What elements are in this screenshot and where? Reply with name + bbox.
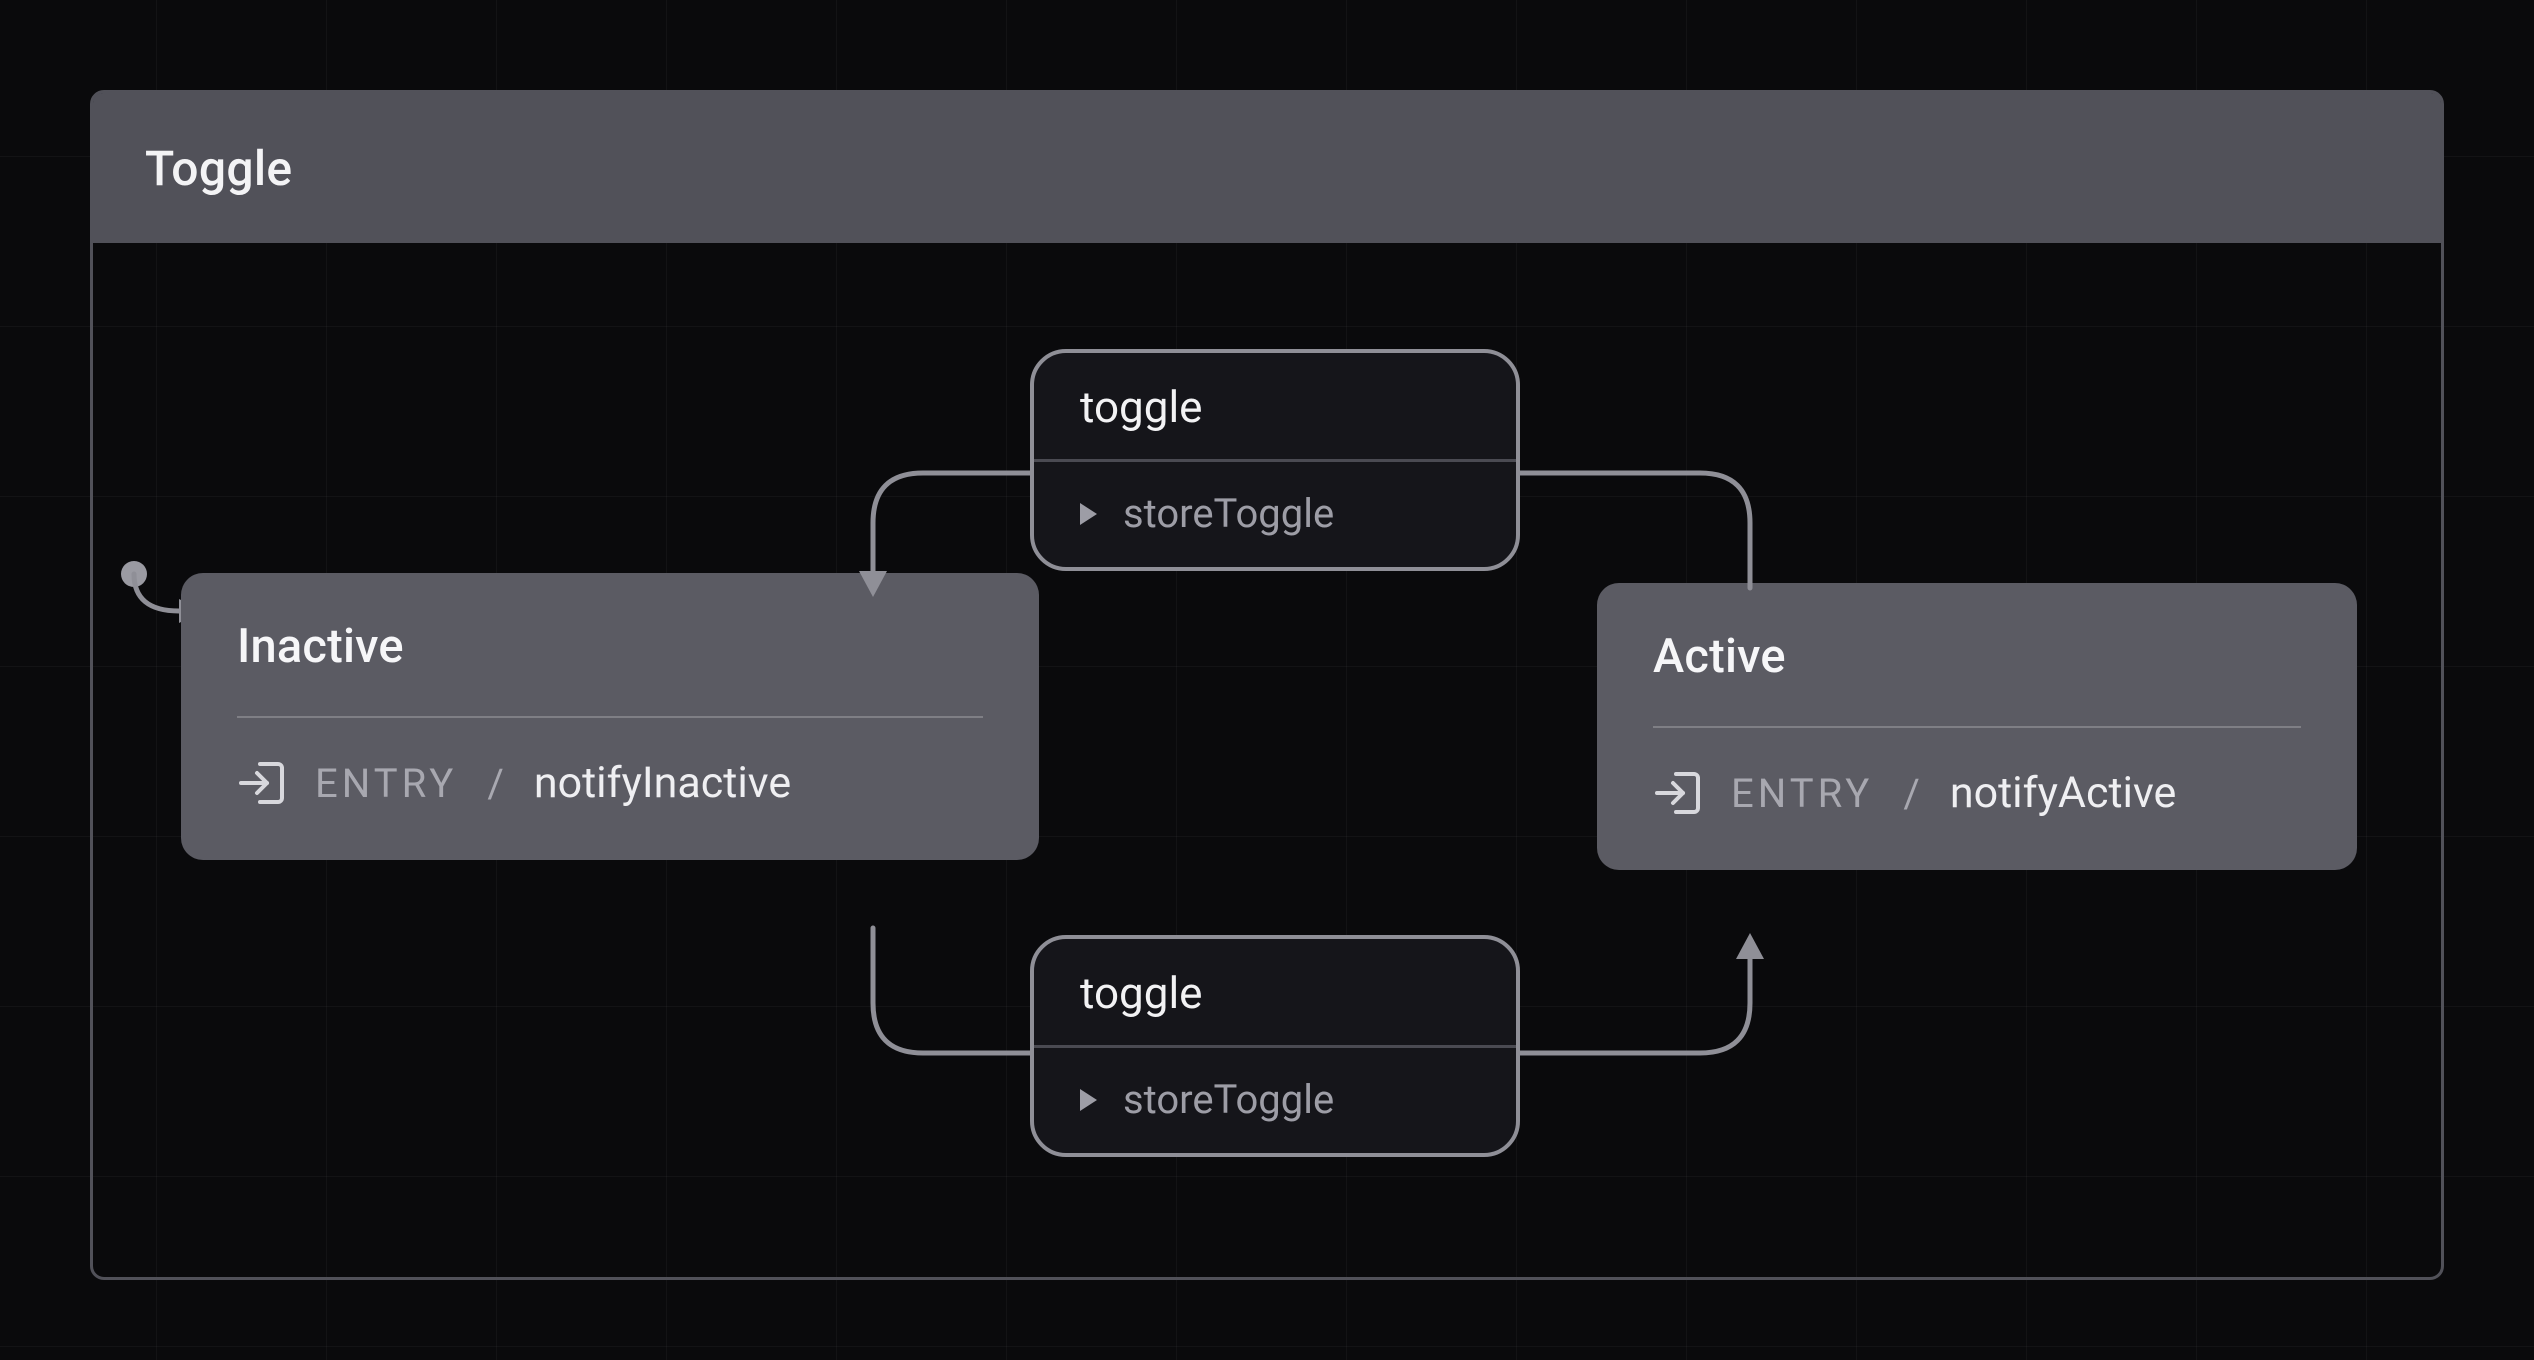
transition-event-label: toggle — [1080, 381, 1203, 433]
transition-action-label: storeToggle — [1123, 1076, 1334, 1123]
state-entry-row-inactive: ENTRY / notifyInactive — [237, 758, 983, 808]
state-divider — [237, 716, 983, 718]
state-machine-frame[interactable]: Toggle Inactive ENTRY / notifyInactive — [90, 90, 2444, 1280]
entry-action-inactive: notifyInactive — [534, 758, 791, 808]
transition-action-label: storeToggle — [1123, 490, 1334, 537]
entry-icon — [1653, 768, 1703, 818]
edge-toggle-bottom-to-active — [1520, 933, 1780, 1093]
state-node-active[interactable]: Active ENTRY / notifyActive — [1597, 583, 2357, 870]
entry-keyword: ENTRY — [315, 760, 457, 807]
edge-active-to-toggle-top — [1520, 463, 1780, 603]
machine-title: Toggle — [145, 140, 292, 197]
play-icon — [1080, 1089, 1097, 1111]
diagram-canvas[interactable]: Toggle Inactive ENTRY / notifyInactive — [0, 0, 2534, 1360]
state-divider — [1653, 726, 2301, 728]
state-node-inactive[interactable]: Inactive ENTRY / notifyInactive — [181, 573, 1039, 860]
state-entry-row-active: ENTRY / notifyActive — [1653, 768, 2301, 818]
machine-title-bar[interactable]: Toggle — [93, 93, 2441, 243]
entry-keyword: ENTRY — [1731, 770, 1873, 817]
transition-event-label: toggle — [1080, 967, 1203, 1019]
state-title-active: Active — [1653, 629, 2301, 684]
slash-separator: / — [487, 760, 504, 807]
entry-action-active: notifyActive — [1950, 768, 2177, 818]
state-title-inactive: Inactive — [237, 619, 983, 674]
slash-separator: / — [1903, 770, 1920, 817]
play-icon — [1080, 503, 1097, 525]
transition-node-toggle-bottom[interactable]: toggle storeToggle — [1030, 935, 1520, 1157]
transition-node-toggle-top[interactable]: toggle storeToggle — [1030, 349, 1520, 571]
initial-state-dot — [121, 561, 147, 587]
entry-icon — [237, 758, 287, 808]
